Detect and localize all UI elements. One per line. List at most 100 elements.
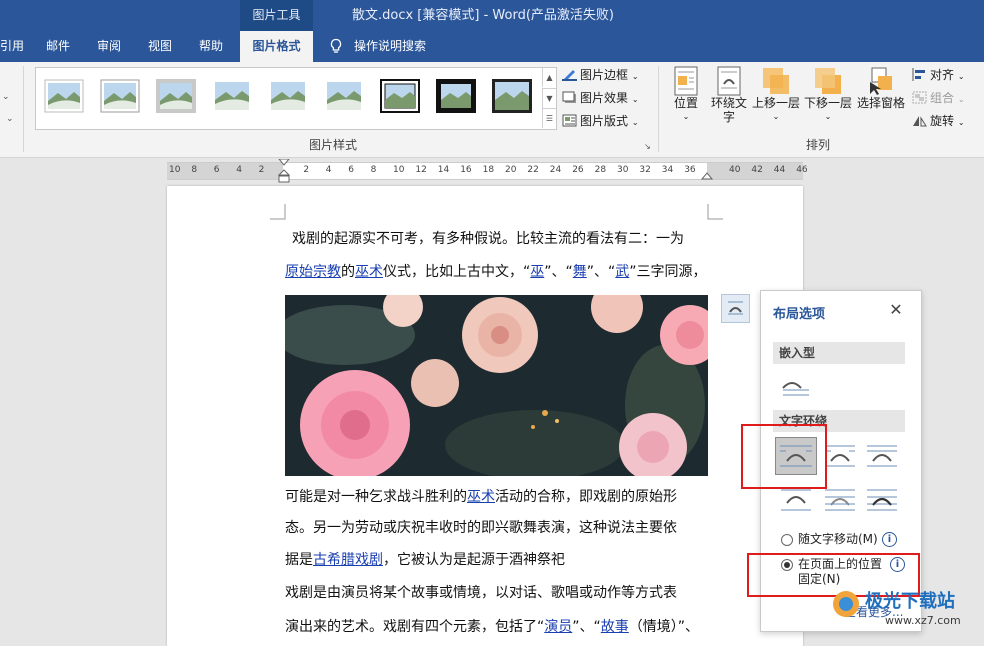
picture-tools-context-label: 图片工具: [240, 0, 313, 31]
tab-view[interactable]: 视图: [148, 31, 172, 62]
inline-with-text-option[interactable]: [779, 371, 813, 401]
wrap-text-button[interactable]: 环绕文字: [708, 66, 750, 124]
document-page: 戏剧的起源实不可考，有多种假说。比较主流的看法有二：一为 原始宗教的巫术仪式，比…: [167, 186, 803, 646]
picture-style-thumbnail[interactable]: [436, 79, 476, 113]
ruler-tick-label: 2: [258, 165, 265, 175]
tab-references[interactable]: 引用: [0, 31, 30, 62]
link-wu[interactable]: 巫: [530, 264, 544, 280]
inline-section-header: 嵌入型: [773, 342, 905, 364]
picture-style-thumbnail[interactable]: [380, 79, 420, 113]
ruler-tick-label: 2: [303, 165, 310, 175]
picture-style-thumbnail[interactable]: [324, 79, 364, 113]
chevron-down-icon: ⌄: [957, 72, 965, 81]
separator: [658, 66, 659, 152]
through-wrap-option[interactable]: [865, 441, 899, 471]
paragraph-line[interactable]: 可能是对一种乞求战斗胜利的巫术活动的合称，即戏剧的原始形: [285, 487, 677, 507]
selection-pane-icon: [870, 67, 892, 95]
tab-review[interactable]: 审阅: [97, 31, 121, 62]
rose-photo[interactable]: [285, 295, 708, 476]
ruler-tick-label: 40: [729, 165, 741, 175]
effects-icon: [562, 91, 576, 103]
document-title: 散文.docx [兼容模式] - Word(产品激活失败): [352, 8, 614, 23]
ruler-tick-label: 30: [617, 165, 629, 175]
send-backward-button[interactable]: 下移一层 ⌄: [803, 66, 853, 124]
picture-style-thumbnail[interactable]: [212, 79, 252, 113]
paragraph-line[interactable]: 原始宗教的巫术仪式，比如上古中文，“巫”、“舞”、“武”三字同源，: [285, 262, 707, 282]
paragraph-line[interactable]: 戏剧是由演员将某个故事或情境，以对话、歌唱或动作等方式表: [285, 583, 677, 603]
selection-pane-label: 选择窗格: [856, 96, 905, 110]
bring-forward-button[interactable]: 上移一层 ⌄: [751, 66, 801, 124]
tab-help[interactable]: 帮助: [199, 31, 223, 62]
ruler-tick-label: 10: [169, 165, 181, 175]
link-martial[interactable]: 武: [615, 264, 629, 280]
tab-mailings[interactable]: 邮件: [46, 31, 70, 62]
group-button[interactable]: 组合 ⌄: [912, 88, 965, 108]
link-dance[interactable]: 舞: [573, 264, 587, 280]
layout-options-button[interactable]: [721, 294, 750, 323]
layout-options-icon: [728, 301, 743, 315]
picture-layout-button[interactable]: 图片版式 ⌄: [562, 111, 639, 131]
margin-corner-mark: [270, 204, 286, 220]
chevron-down-icon: ⌄: [957, 118, 965, 127]
picture-effects-button[interactable]: 图片效果 ⌄: [562, 88, 639, 108]
position-label: 位置: [673, 96, 698, 110]
ruler-tick-label: 14: [437, 165, 450, 175]
tab-picture-format[interactable]: 图片格式: [240, 31, 313, 62]
ruler-tick-label: 10: [393, 165, 405, 175]
chevron-down-icon[interactable]: ⌄: [6, 114, 14, 124]
link-primitive-religion[interactable]: 原始宗教: [285, 264, 341, 280]
ruler-tick-label: 20: [505, 165, 517, 175]
selection-pane-button[interactable]: 选择窗格: [856, 66, 906, 110]
gallery-more[interactable]: ☰: [542, 108, 556, 128]
ruler-tick-label: 36: [684, 165, 696, 175]
paragraph-line[interactable]: 态。另一为劳动或庆祝丰收时的即兴歌舞表演，这种说法主要依: [285, 518, 677, 538]
tight-wrap-option[interactable]: [823, 441, 857, 471]
behind-text-option[interactable]: [823, 485, 857, 515]
right-indent-marker[interactable]: [701, 170, 713, 180]
ruler-tick-label: 16: [460, 165, 472, 175]
paragraph-line[interactable]: 据是古希腊戏剧，它被认为是起源于酒神祭祀: [285, 550, 565, 570]
tell-me-search[interactable]: 操作说明搜索: [354, 31, 426, 62]
group-icon: [912, 91, 927, 104]
gallery-scroll-down[interactable]: ▼: [542, 88, 556, 108]
rotate-button[interactable]: 旋转 ⌄: [912, 111, 965, 131]
move-with-text-label[interactable]: 随文字移动(M): [798, 532, 878, 547]
dialog-launcher-icon[interactable]: ↘: [644, 142, 653, 151]
move-with-text-radio[interactable]: [781, 534, 793, 546]
picture-style-thumbnail[interactable]: [268, 79, 308, 113]
link-witchcraft[interactable]: 巫术: [355, 264, 383, 280]
pen-border-icon: [562, 70, 577, 81]
picture-border-button[interactable]: 图片边框 ⌄: [562, 65, 639, 85]
picture-style-thumbnail[interactable]: [492, 79, 532, 113]
chevron-down-icon: ⌄: [957, 95, 965, 104]
info-icon[interactable]: i: [882, 532, 897, 547]
link-actor[interactable]: 演员: [544, 619, 572, 635]
picture-style-thumbnail[interactable]: [156, 79, 196, 113]
ribbon: ⌄ ⌄ ▲ ▼ ☰ 图片边框 ⌄ 图片效果 ⌄ 图片版式 ⌄ 图片样式 ↘ 位置…: [0, 62, 984, 158]
picture-style-thumbnail[interactable]: [100, 79, 140, 113]
rotate-label: 旋转: [930, 114, 955, 128]
margin-corner-mark: [707, 204, 723, 220]
text-run: （情境）”、: [628, 619, 700, 635]
bring-forward-icon: [763, 68, 789, 94]
picture-border-label: 图片边框: [580, 68, 629, 82]
link-witchcraft[interactable]: 巫术: [467, 489, 495, 505]
link-story[interactable]: 故事: [601, 619, 629, 635]
picture-style-thumbnail[interactable]: [44, 79, 84, 113]
align-button[interactable]: 对齐 ⌄: [912, 65, 965, 85]
close-icon[interactable]: ✕: [887, 301, 905, 319]
gallery-scroll-up[interactable]: ▲: [542, 68, 556, 87]
position-button[interactable]: 位置 ⌄: [668, 66, 704, 124]
wrap-text-icon: [717, 66, 741, 96]
horizontal-ruler[interactable]: 10 8 6 4 2 2 4 6 8 10 12 14 16 18 20 22 24 26 28 30 32 34 36 40…: [167, 159, 808, 183]
ribbon-tabs: 引用 邮件 审阅 视图 帮助 图片格式 操作说明搜索: [0, 31, 984, 62]
indent-marker[interactable]: [278, 159, 290, 185]
chevron-down-icon[interactable]: ⌄: [2, 92, 10, 102]
paragraph-line[interactable]: 戏剧的起源实不可考，有多种假说。比较主流的看法有二：一为: [292, 229, 684, 249]
link-ancient-greek-drama[interactable]: 古希腊戏剧: [313, 552, 383, 568]
send-backward-icon: [815, 68, 841, 94]
paragraph-line[interactable]: 演出来的艺术。戏剧有四个元素，包括了“演员”、“故事（情境）”、: [285, 617, 699, 637]
in-front-of-text-option[interactable]: [865, 485, 899, 515]
lightbulb-icon: [330, 38, 342, 53]
top-and-bottom-wrap-option[interactable]: [779, 485, 813, 515]
